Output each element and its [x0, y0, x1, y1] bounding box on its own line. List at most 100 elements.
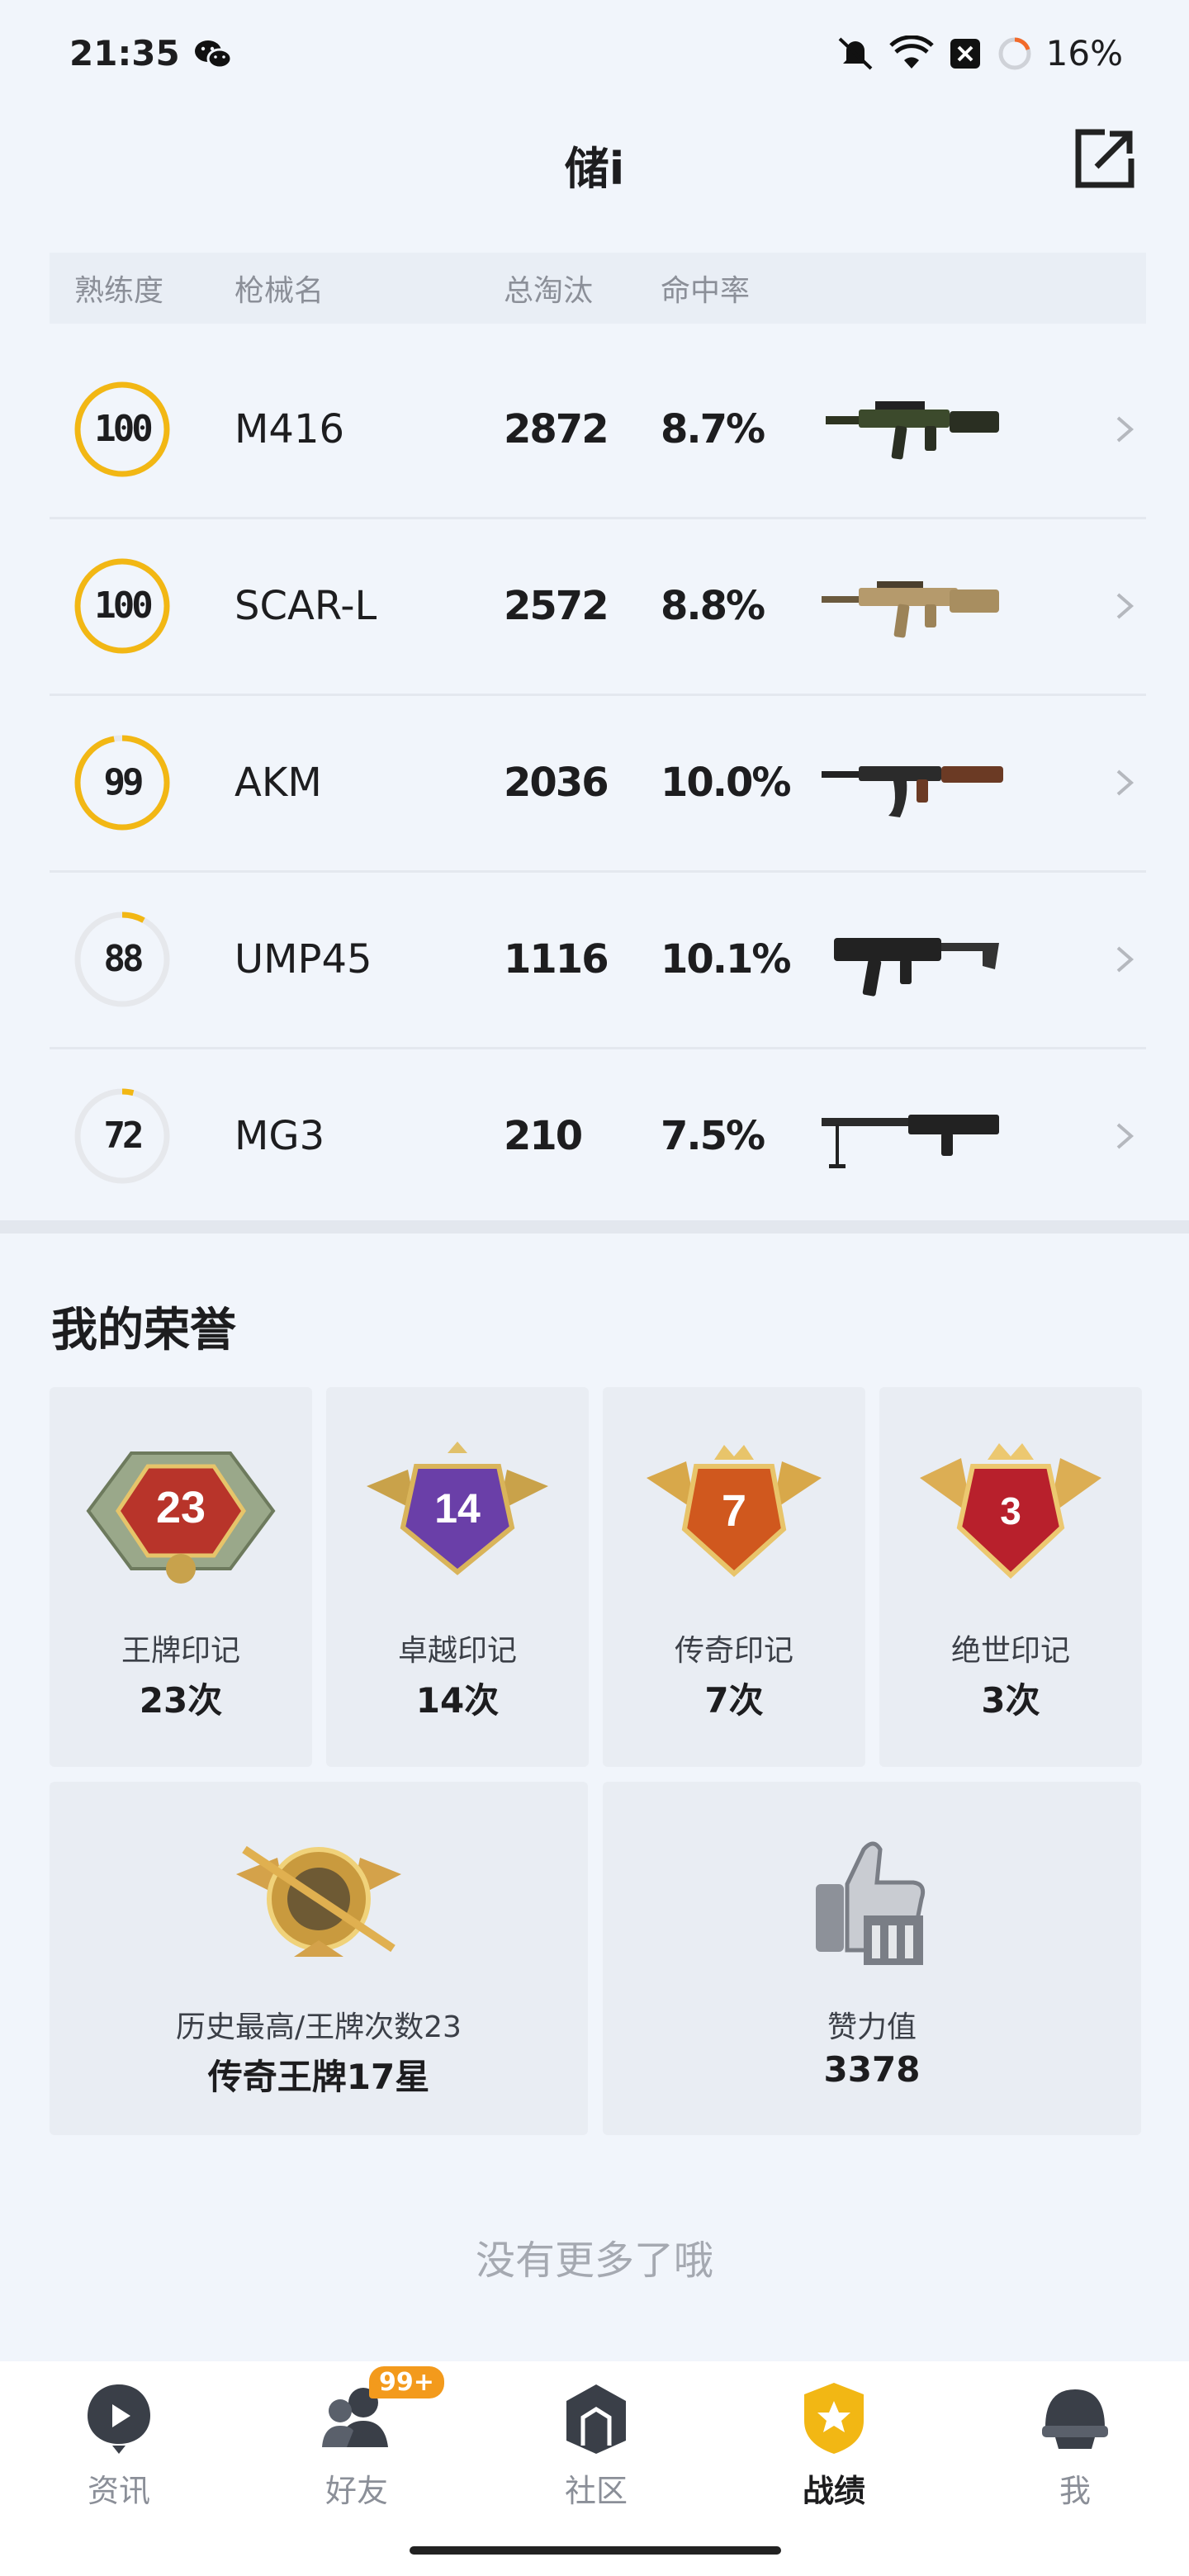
weapon-kills: 1116 — [504, 936, 609, 983]
helmet-icon — [1042, 2389, 1108, 2449]
chevron-right-icon — [1116, 769, 1135, 796]
legend-mark-badge-number: 7 — [722, 1486, 746, 1536]
friends-count-badge: 99+ — [369, 2366, 444, 2398]
rank-badge-icon — [236, 1845, 401, 1957]
honor-count: 14次 — [415, 1680, 500, 1721]
honors-title: 我的荣誉 — [51, 1304, 236, 1357]
honor-count: 3次 — [981, 1680, 1040, 1721]
weapon-accuracy: 8.8% — [661, 583, 765, 629]
mute-icon — [838, 37, 873, 69]
weapon-accuracy: 10.1% — [661, 936, 792, 983]
weapon-kills: 2572 — [504, 583, 609, 629]
honor-count: 23次 — [139, 1680, 223, 1721]
mastery-ring: 100 — [73, 380, 172, 479]
mastery-value: 88 — [103, 938, 144, 980]
ump45-image — [834, 938, 999, 997]
weapon-kills: 2872 — [504, 406, 609, 452]
nav-label: 好友 — [324, 2473, 388, 2509]
honor-highest-rank[interactable]: 历史最高/王牌次数23 传奇王牌17星 — [50, 1782, 588, 2135]
thumbs-up-trophy-icon — [816, 1841, 926, 1965]
chevron-right-icon — [1116, 416, 1135, 443]
weapon-row-ump45[interactable]: 88 UMP45 1116 10.1% — [50, 872, 1146, 1049]
weapon-accuracy: 8.7% — [661, 406, 765, 452]
wifi-icon — [888, 35, 934, 69]
honor-count: 7次 — [704, 1680, 764, 1721]
weapon-kills: 2036 — [504, 760, 609, 806]
nav-item-me[interactable]: 我 — [1001, 2378, 1149, 2511]
weapon-row-scar-l[interactable]: 100 SCAR-L 2572 8.8% — [50, 519, 1146, 696]
col-weapon-name: 枪械名 — [234, 274, 324, 308]
sim-blocked-icon — [950, 38, 980, 69]
mastery-value: 100 — [94, 408, 153, 450]
honor-likes[interactable]: 赞力值 3378 — [603, 1782, 1141, 2135]
news-icon — [88, 2384, 150, 2454]
honor-label: 传奇印记 — [674, 1634, 793, 1668]
scar-l-image — [822, 581, 999, 638]
legend-mark-badge-icon: 7 — [647, 1445, 822, 1578]
chevron-right-icon — [1116, 593, 1135, 619]
peerless-mark-badge-icon: 3 — [920, 1443, 1101, 1579]
peerless-mark-badge-number: 3 — [1000, 1489, 1021, 1532]
honor-excellence-mark[interactable]: 14 卓越印记 14次 — [326, 1387, 589, 1767]
section-divider — [0, 1220, 1189, 1234]
chevron-right-icon — [1116, 946, 1135, 973]
mastery-ring: 88 — [73, 910, 172, 1009]
mastery-value: 72 — [103, 1115, 144, 1157]
nav-item-community[interactable]: 社区 — [522, 2378, 670, 2511]
nav-label: 社区 — [564, 2473, 628, 2509]
mastery-value: 100 — [94, 585, 153, 627]
no-more-text: 没有更多了哦 — [475, 2237, 713, 2284]
weapon-kills: 210 — [504, 1113, 583, 1159]
stats-shield-icon — [804, 2383, 864, 2454]
weapon-name: UMP45 — [234, 936, 372, 983]
weapon-name: M416 — [234, 406, 345, 452]
wechat-icon — [195, 40, 233, 69]
status-time: 21:35 — [69, 33, 180, 73]
home-indicator[interactable] — [410, 2546, 781, 2555]
mg3-image — [822, 1115, 999, 1168]
weapon-table-header: 熟练度 枪械名 总淘汰 命中率 — [50, 253, 1146, 324]
battery-percent: 16% — [1045, 33, 1123, 73]
honor-peerless-mark[interactable]: 3 绝世印记 3次 — [879, 1387, 1142, 1767]
weapon-row-m416[interactable]: 100 M416 2872 8.7% — [50, 342, 1146, 519]
col-accuracy: 命中率 — [661, 274, 751, 308]
community-icon — [566, 2384, 626, 2454]
excellence-mark-badge-icon: 14 — [367, 1442, 548, 1575]
weapon-row-mg3[interactable]: 72 MG3 210 7.5% — [50, 1049, 1146, 1224]
likes-label: 赞力值 — [827, 2010, 917, 2044]
chevron-right-icon — [1116, 1123, 1135, 1149]
honor-ace-mark[interactable]: 23 王牌印记 23次 — [50, 1387, 312, 1767]
weapon-name: SCAR-L — [234, 583, 377, 629]
col-total-kills: 总淘汰 — [504, 274, 594, 308]
nav-label: 资讯 — [87, 2473, 150, 2509]
weapon-name: AKM — [234, 760, 322, 806]
share-icon[interactable] — [1072, 125, 1138, 192]
honor-legend-mark[interactable]: 7 传奇印记 7次 — [603, 1387, 865, 1767]
page-title: 储i — [564, 143, 625, 195]
ace-mark-badge-number: 23 — [156, 1483, 206, 1532]
mastery-ring: 99 — [73, 733, 172, 832]
akm-image — [822, 766, 1003, 817]
highest-rank-value: 传奇王牌17星 — [207, 2057, 430, 2097]
honor-label: 卓越印记 — [397, 1634, 517, 1668]
nav-label: 战绩 — [802, 2473, 865, 2509]
nav-label: 我 — [1059, 2473, 1091, 2509]
col-mastery: 熟练度 — [74, 274, 164, 308]
honor-label: 绝世印记 — [950, 1634, 1070, 1668]
excellence-mark-badge-number: 14 — [434, 1485, 481, 1532]
status-icons: 16% — [835, 33, 1123, 73]
mastery-ring: 100 — [73, 556, 172, 656]
battery-ring-icon — [998, 37, 1031, 69]
weapon-name: MG3 — [234, 1113, 325, 1159]
weapon-accuracy: 7.5% — [661, 1113, 765, 1159]
nav-item-news[interactable]: 资讯 — [45, 2378, 193, 2511]
honor-label: 王牌印记 — [121, 1634, 240, 1668]
highest-rank-label: 历史最高/王牌次数23 — [176, 2010, 462, 2044]
nav-item-stats[interactable]: 战绩 — [760, 2378, 908, 2511]
mastery-ring: 72 — [73, 1087, 172, 1186]
weapon-accuracy: 10.0% — [661, 760, 792, 806]
weapon-row-akm[interactable]: 99 AKM 2036 10.0% — [50, 695, 1146, 873]
likes-value: 3378 — [823, 2049, 921, 2090]
m416-image — [826, 401, 999, 460]
ace-mark-badge-icon: 23 — [86, 1451, 276, 1584]
